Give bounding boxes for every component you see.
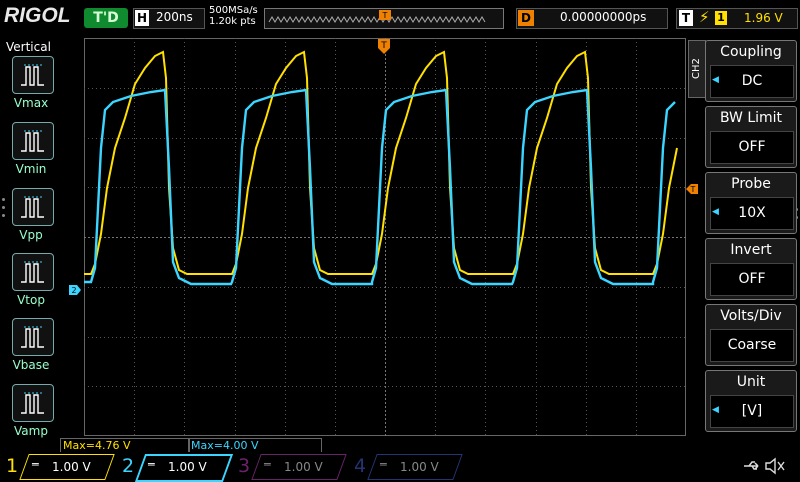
- measure-button-vtop[interactable]: [12, 253, 54, 291]
- channel-3-scale: 1.00 V: [284, 460, 323, 474]
- nav-dot: [2, 206, 5, 209]
- memory-depth: 1.20k pts: [209, 16, 256, 27]
- usb-icon: [744, 461, 759, 470]
- menu-item-value: [V]: [710, 395, 794, 428]
- ch2-offset-marker[interactable]: 2: [68, 284, 82, 296]
- menu-item-invert[interactable]: Invert OFF: [705, 238, 797, 300]
- menu-knob-arrow-icon: ◀: [712, 207, 719, 217]
- trigger-time-label: T: [380, 41, 387, 51]
- measure-label: Vbase: [12, 358, 50, 372]
- measure-vbase-icon: [21, 326, 44, 348]
- nav-dot: [2, 198, 5, 201]
- rigol-logo: RIGOL: [4, 4, 71, 27]
- channel-2-scale: 1.00 V: [168, 460, 207, 474]
- menu-item-title: Volts/Div: [720, 308, 782, 324]
- measure-button-vmax[interactable]: [12, 56, 54, 94]
- menu-item-coupling[interactable]: Coupling DC ◀: [705, 40, 797, 102]
- menu-item-title: Unit: [736, 374, 766, 390]
- measurement-text: Max=4.76 V: [63, 439, 131, 452]
- measure-vtop-icon: [21, 261, 44, 283]
- channel-4-scale: 1.00 V: [400, 460, 439, 474]
- trigger-marker-label: T: [382, 11, 388, 20]
- measure-vmin-icon: [21, 130, 44, 152]
- measure-button-vamp[interactable]: [12, 384, 54, 422]
- waveform-memory-overview[interactable]: T: [264, 8, 504, 29]
- trigger-level: 1.96 V: [744, 11, 783, 25]
- ch2-offset-label: 2: [71, 286, 76, 295]
- measure-vamp-icon: [21, 392, 44, 414]
- waveform-display[interactable]: [84, 38, 686, 436]
- delay-letter: D: [518, 10, 534, 26]
- measure-label: Vtop: [17, 293, 45, 307]
- measure-button-vbase[interactable]: [12, 318, 54, 356]
- menu-item-title: Invert: [730, 242, 772, 258]
- menu-item-bw-limit[interactable]: BW Limit OFF: [705, 106, 797, 168]
- coupling-dc-icon: ═: [380, 458, 387, 471]
- trigger-level-label: T: [690, 185, 696, 194]
- sample-info: 500MSa/s 1.20k pts: [209, 5, 258, 27]
- trigger-letter: T: [679, 10, 693, 26]
- measure-vmax-icon: [21, 64, 44, 86]
- channel-1-number: 1: [6, 455, 19, 477]
- sample-rate: 500MSa/s: [209, 5, 258, 16]
- run-status-badge[interactable]: T'D: [84, 8, 128, 28]
- coupling-dc-icon: ═: [264, 458, 271, 471]
- channel-1-scale: 1.00 V: [52, 460, 91, 474]
- menu-knob-arrow-icon: ◀: [712, 405, 719, 415]
- menu-channel-tab: CH2: [688, 40, 706, 98]
- menu-item-value: OFF: [710, 131, 794, 164]
- memory-overview-wave: T: [268, 10, 486, 23]
- delay-value: 0.00000000ps: [560, 10, 647, 24]
- menu-item-probe[interactable]: Probe 10X ◀: [705, 172, 797, 234]
- trigger-time-marker[interactable]: T: [377, 38, 391, 56]
- measure-vpp-icon: [21, 196, 44, 218]
- measure-category-title: Vertical: [6, 40, 51, 54]
- menu-item-title: BW Limit: [719, 110, 783, 126]
- measure-button-vpp[interactable]: [12, 188, 54, 226]
- channel-3-number: 3: [238, 455, 251, 477]
- menu-item-title: Coupling: [720, 44, 782, 60]
- measure-label: Vmax: [13, 96, 49, 110]
- nav-dot: [2, 214, 5, 217]
- measure-label: Vmin: [15, 162, 47, 176]
- measure-label: Vamp: [14, 424, 48, 438]
- menu-knob-arrow-icon: ◀: [712, 75, 719, 85]
- trigger-level-marker[interactable]: T: [685, 183, 699, 195]
- channel-2-number: 2: [122, 455, 135, 477]
- measure-button-vmin[interactable]: [12, 122, 54, 160]
- timebase-letter: H: [135, 10, 149, 26]
- coupling-dc-icon: ═: [148, 458, 155, 471]
- menu-item-value: Coarse: [710, 329, 794, 362]
- speaker-muted-icon[interactable]: [764, 456, 786, 476]
- menu-item-value: OFF: [710, 263, 794, 296]
- timebase-value: 200ns: [156, 10, 193, 24]
- coupling-dc-icon: ═: [32, 458, 39, 471]
- measure-label: Vpp: [19, 228, 43, 242]
- menu-item-title: Probe: [731, 176, 771, 192]
- menu-item-value: DC: [710, 65, 794, 98]
- menu-item-volts-div[interactable]: Volts/Div Coarse: [705, 304, 797, 366]
- channel-4-number: 4: [354, 455, 367, 477]
- measurement-text: Max=4.00 V: [191, 439, 259, 452]
- trigger-slope-icon: ⚡: [699, 8, 710, 26]
- menu-item-unit[interactable]: Unit [V] ◀: [705, 370, 797, 432]
- menu-item-value: 10X: [710, 197, 794, 230]
- trigger-source: 1: [715, 11, 727, 25]
